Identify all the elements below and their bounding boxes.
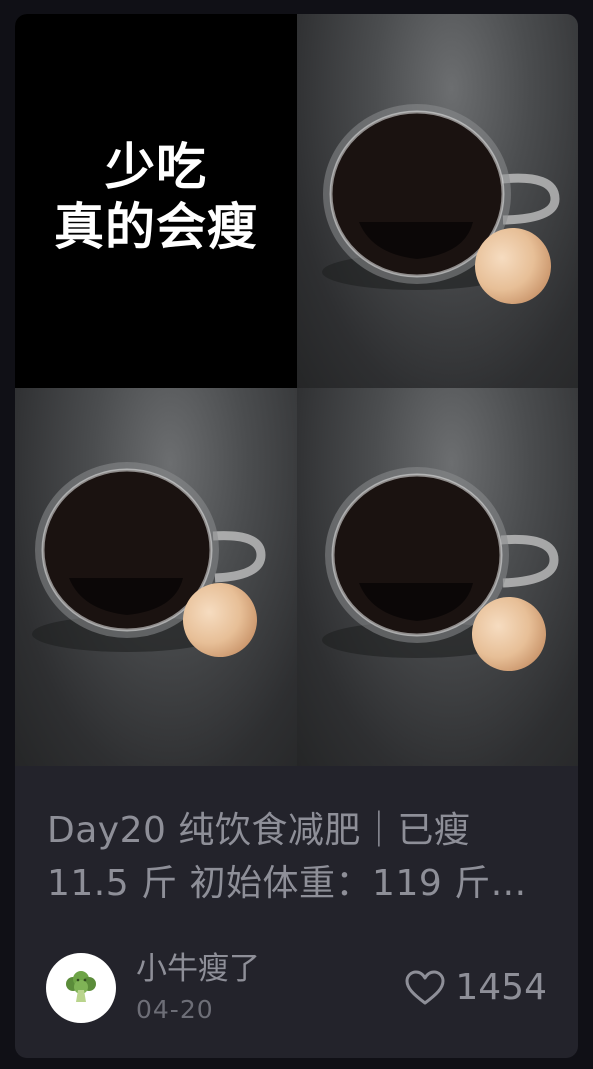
cover-text-line-1: 少吃 (105, 138, 207, 196)
coffee-cup-icon (32, 462, 266, 657)
post-title[interactable]: Day20 纯饮食减肥｜已瘦 11.5 斤 初始体重：119 斤... (47, 804, 557, 910)
like-count: 1454 (455, 967, 547, 1008)
post-title-line-2: 11.5 斤 初始体重：119 斤... (47, 863, 527, 904)
post-card[interactable]: 少吃 真的会瘦 Day20 纯饮食减肥｜已瘦 11.5 斤 初始体重：119 斤… (15, 14, 578, 1058)
coffee-egg-photo-3 (297, 388, 578, 766)
cover-image-grid[interactable]: 少吃 真的会瘦 (15, 14, 578, 766)
broccoli-icon (66, 971, 96, 1002)
post-date: 04-20 (136, 995, 214, 1024)
like-button[interactable]: 1454 (405, 966, 547, 1010)
heart-icon[interactable] (405, 970, 445, 1006)
cover-text-tile: 少吃 真的会瘦 (15, 14, 297, 388)
author-avatar[interactable] (46, 953, 116, 1023)
cover-text-line-2: 真的会瘦 (54, 198, 258, 256)
coffee-cup-icon (322, 467, 559, 671)
coffee-cup-icon (322, 104, 560, 304)
post-title-line-1: Day20 纯饮食减肥｜已瘦 (47, 810, 471, 851)
coffee-egg-photo-2 (15, 388, 297, 766)
coffee-egg-photo-1 (297, 14, 578, 388)
author-name[interactable]: 小牛瘦了 (136, 950, 260, 988)
